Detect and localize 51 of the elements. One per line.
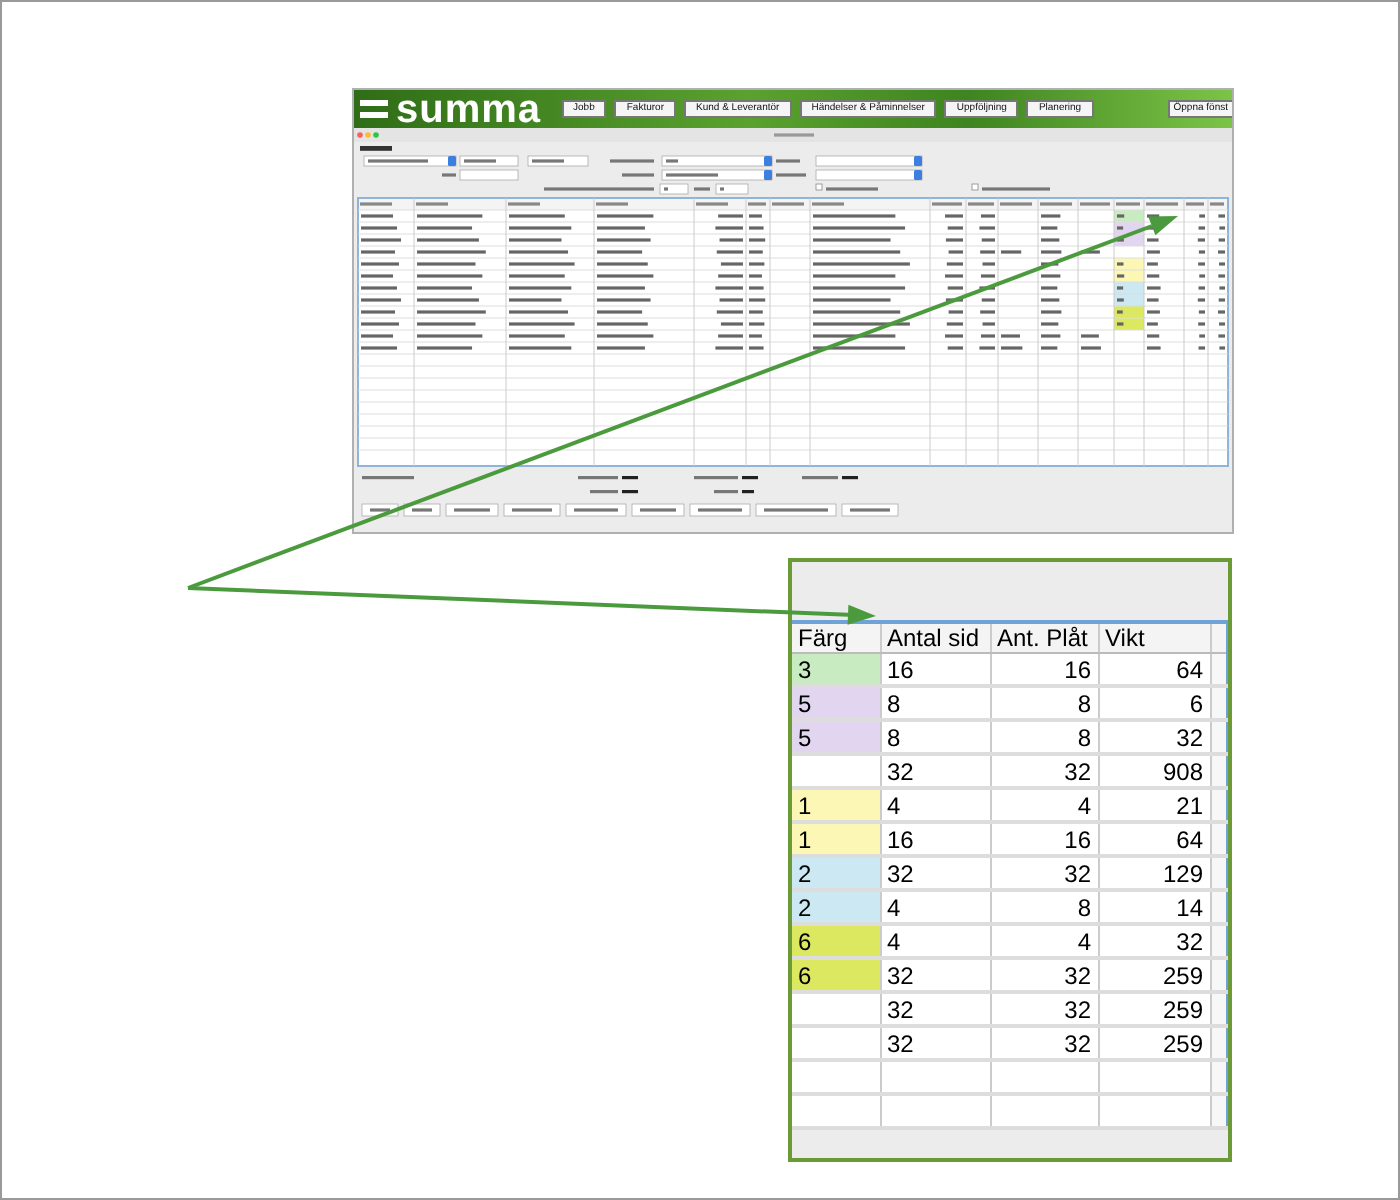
table-cell: 64 [1098,653,1210,686]
table-cell: 4 [880,924,990,958]
color-cell: 1 [792,822,880,856]
table-cell: 8 [880,720,990,754]
table-cell: 64 [1098,822,1210,856]
table-cell: 4 [880,890,990,924]
table-cell: 32 [880,1026,990,1060]
column-header[interactable]: Vikt [1098,622,1210,653]
table-cell: 32 [990,958,1098,992]
table-cell: 4 [990,788,1098,822]
table-cell: 6 [1098,686,1210,720]
column-header[interactable]: Antal sid [880,622,990,653]
table-cell: 32 [880,992,990,1026]
color-cell: 2 [792,890,880,924]
table-cell: 8 [990,890,1098,924]
color-cell: 5 [792,686,880,720]
table-cell: 8 [990,686,1098,720]
table-cell: 21 [1098,788,1210,822]
table-cell: 32 [990,1026,1098,1060]
table-cell: 259 [1098,1026,1210,1060]
table-cell: 129 [1098,856,1210,890]
table-cell: 16 [880,822,990,856]
table-cell: 32 [990,856,1098,890]
table-cell: 16 [880,653,990,686]
color-cell: 3 [792,653,880,686]
column-header[interactable]: Ant. Plåt [990,622,1098,653]
table-cell: 32 [880,958,990,992]
table-cell: 14 [1098,890,1210,924]
color-cell: 6 [792,924,880,958]
table-cell: 32 [880,754,990,788]
color-cell: 2 [792,856,880,890]
logo-text: summa [396,90,542,129]
color-cell: 1 [792,788,880,822]
table-cell: 32 [880,856,990,890]
table-cell: 32 [990,754,1098,788]
table-cell: 32 [990,992,1098,1026]
color-cell: 5 [792,720,880,754]
table-cell: 32 [1098,924,1210,958]
color-cell: 6 [792,958,880,992]
table-cell: 259 [1098,992,1210,1026]
table-cell: 4 [880,788,990,822]
table-cell: 908 [1098,754,1210,788]
logo-mark-icon [360,100,388,118]
table-cell: 16 [990,653,1098,686]
table-cell: 32 [1098,720,1210,754]
table-cell: 8 [990,720,1098,754]
table-cell: 8 [880,686,990,720]
column-header[interactable]: Färg [792,622,880,653]
table-cell: 259 [1098,958,1210,992]
table-cell: 4 [990,924,1098,958]
table-cell: 16 [990,822,1098,856]
